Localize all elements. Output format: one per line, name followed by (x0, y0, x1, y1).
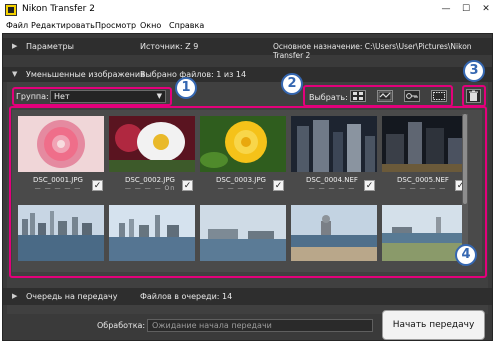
title-bar: Nikon Transfer 2 — ☐ ✕ (0, 0, 495, 20)
app-icon (5, 4, 17, 16)
callout-badge-1: 1 (175, 77, 197, 99)
source-text: Источник: Z 9 (140, 42, 199, 51)
processing-status-field: Ожидание начала передачи (147, 319, 373, 332)
callout-box-2 (303, 85, 453, 107)
destination-text: Основное назначение: C:\Users\User\Pictu… (273, 42, 472, 60)
menu-view[interactable]: Просмотр (95, 21, 136, 30)
params-label: Параметры (26, 42, 74, 51)
callout-box-3 (462, 85, 486, 107)
collapse-down-icon[interactable]: ▼ (12, 70, 17, 78)
callout-box-1 (12, 87, 172, 106)
thumbnails-section-header[interactable]: ▼ Уменьшенные изображения Выбрано файлов… (3, 67, 492, 82)
selected-count: Выбрано файлов: 1 из 14 (140, 70, 247, 79)
queue-label: Очередь на передачу (26, 292, 118, 301)
start-transfer-button[interactable]: Начать передачу (382, 310, 485, 340)
menu-bar: Файл Редактировать Просмотр Окно Справка (0, 20, 495, 33)
queue-count: Файлов в очереди: 14 (140, 292, 233, 301)
close-button[interactable]: ✕ (479, 3, 493, 15)
callout-badge-3: 3 (463, 60, 485, 82)
processing-status: Ожидание начала передачи (152, 321, 272, 330)
callout-badge-4: 4 (455, 244, 477, 266)
menu-help[interactable]: Справка (169, 21, 204, 30)
menu-edit[interactable]: Редактировать (31, 21, 95, 30)
window-title: Nikon Transfer 2 (22, 4, 95, 14)
processing-label: Обработка: (97, 321, 146, 330)
params-section[interactable]: ▶ Параметры Источник: Z 9 Основное назна… (3, 38, 492, 60)
menu-window[interactable]: Окно (140, 21, 161, 30)
maximize-button[interactable]: ☐ (459, 3, 473, 15)
app-window: ▶ Параметры Источник: Z 9 Основное назна… (2, 33, 493, 341)
thumbnails-label: Уменьшенные изображения (26, 70, 145, 79)
minimize-button[interactable]: — (439, 3, 453, 15)
menu-file[interactable]: Файл (6, 21, 28, 30)
queue-section[interactable]: ▶ Очередь на передачу Файлов в очереди: … (3, 288, 492, 305)
expand-right-icon[interactable]: ▶ (12, 292, 17, 300)
callout-badge-2: 2 (281, 73, 303, 95)
callout-box-4 (9, 106, 487, 278)
expand-right-icon[interactable]: ▶ (12, 42, 17, 50)
